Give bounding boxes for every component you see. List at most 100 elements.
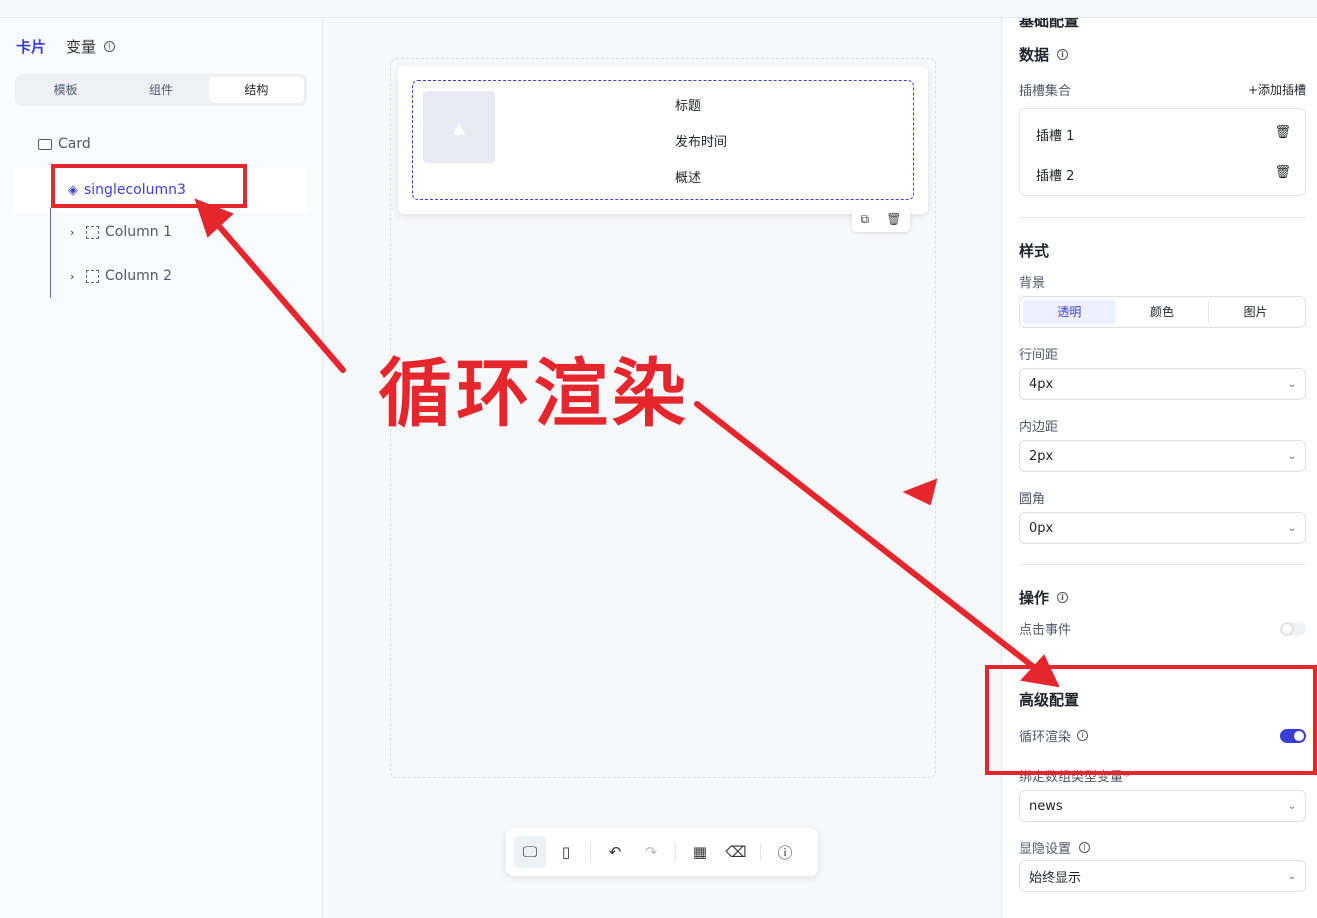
eraser-icon: ⌫ <box>725 843 747 861</box>
divider <box>1019 564 1306 565</box>
line-spacing-value: 4px <box>1029 376 1054 392</box>
annotation-box-advanced <box>985 665 1317 775</box>
chevron-down-icon: ⌄ <box>1287 378 1296 390</box>
background-option-color[interactable]: 颜色 <box>1116 300 1210 324</box>
padding-value: 2px <box>1029 448 1054 464</box>
card-field-title: 标题 <box>675 99 702 114</box>
background-option-transparent[interactable]: 透明 <box>1023 300 1116 324</box>
action-heading-label: 操作 <box>1019 589 1050 607</box>
slot-item-label: 插槽 2 <box>1036 169 1075 184</box>
phone-icon: ▯ <box>561 843 571 861</box>
tab-variables[interactable]: 变量 i <box>66 36 116 57</box>
chevron-right-icon[interactable]: › <box>70 226 80 239</box>
background-option-image[interactable]: 图片 <box>1209 300 1302 324</box>
background-segment: 透明 颜色 图片 <box>1019 296 1306 328</box>
visibility-select[interactable]: 始终显示 ⌄ <box>1019 860 1306 892</box>
radius-value: 0px <box>1029 520 1054 536</box>
slots-header: 插槽集合 +添加插槽 <box>1019 80 1306 99</box>
basic-config-heading: 基础配置 <box>1019 18 1080 30</box>
card-field-summary: 概述 <box>675 171 702 186</box>
chevron-down-icon: ⌄ <box>1287 450 1296 462</box>
tree-node-card[interactable]: Card <box>38 136 91 152</box>
radius-label: 圆角 <box>1019 492 1046 507</box>
visibility-label-group: 显隐设置 i <box>1019 838 1306 857</box>
slots-label: 插槽集合 <box>1019 84 1072 99</box>
info-icon[interactable]: i <box>1079 842 1091 853</box>
column-icon <box>86 225 99 239</box>
tree-node-column-1[interactable]: › Column 1 <box>70 224 172 240</box>
click-event-label: 点击事件 <box>1019 623 1072 638</box>
data-heading-label: 数据 <box>1019 46 1050 64</box>
singlecolumn-selection[interactable]: ▲ 标题 发布时间 概述 <box>412 80 914 200</box>
visibility-value: 始终显示 <box>1029 870 1082 886</box>
redo-button[interactable]: ↷ <box>635 836 667 868</box>
redo-icon: ↷ <box>644 843 658 861</box>
padding-select[interactable]: 2px ⌄ <box>1019 440 1306 472</box>
undo-button[interactable]: ↶ <box>599 836 631 868</box>
tree-node-column-2-label: Column 2 <box>105 268 172 284</box>
info-icon[interactable]: i <box>1057 592 1069 603</box>
chevron-down-icon: ⌄ <box>1287 522 1296 534</box>
annotation-text: 循环渲染 <box>378 351 690 437</box>
trash-icon[interactable]: 🗑 <box>1274 125 1291 144</box>
chevron-right-icon[interactable]: › <box>70 270 80 283</box>
padding-label: 内边距 <box>1019 420 1059 435</box>
copy-icon[interactable]: ⧉ <box>861 212 870 227</box>
annotation-box-tree <box>51 164 247 208</box>
card-preview[interactable]: ▲ 标题 发布时间 概述 <box>398 66 928 214</box>
tree-node-card-label: Card <box>58 136 91 152</box>
segment-template[interactable]: 模板 <box>18 77 113 103</box>
tab-card[interactable]: 卡片 <box>16 36 46 57</box>
info-icon[interactable]: i <box>1057 49 1069 60</box>
undo-icon: ↶ <box>608 843 622 861</box>
image-placeholder: ▲ <box>423 91 495 163</box>
help-button[interactable]: ⓘ <box>769 836 801 868</box>
background-label: 背景 <box>1019 276 1046 291</box>
left-segment-control: 模板 组件 结构 <box>15 74 307 106</box>
bind-array-value: news <box>1029 798 1063 814</box>
divider <box>1019 217 1306 218</box>
add-slot-button[interactable]: +添加插槽 <box>1248 81 1306 98</box>
trash-icon[interactable]: 🗑 <box>1274 165 1291 184</box>
monitor-icon: 🖵 <box>522 843 538 861</box>
segment-structure[interactable]: 结构 <box>208 77 304 103</box>
chevron-down-icon: ⌄ <box>1287 800 1296 812</box>
click-event-toggle[interactable] <box>1280 621 1306 636</box>
mobile-view-button[interactable]: ▯ <box>550 836 582 868</box>
top-bar <box>0 0 1317 18</box>
grid-button[interactable]: ▦ <box>684 836 716 868</box>
line-spacing-select[interactable]: 4px ⌄ <box>1019 368 1306 400</box>
tree-guide-line <box>50 208 51 298</box>
radius-select[interactable]: 0px ⌄ <box>1019 512 1306 544</box>
info-icon[interactable]: i <box>104 41 116 52</box>
image-icon: ▲ <box>452 117 466 137</box>
slot-item[interactable]: 插槽 1 🗑 <box>1036 125 1291 144</box>
style-heading: 样式 <box>1019 242 1050 260</box>
trash-icon[interactable]: 🗑 <box>886 212 901 226</box>
segment-components[interactable]: 组件 <box>113 77 208 103</box>
column-icon <box>86 269 99 283</box>
grid-icon: ▦ <box>692 843 708 861</box>
tree-node-column-1-label: Column 1 <box>105 224 172 240</box>
help-icon: ⓘ <box>777 843 793 862</box>
left-tabs: 卡片 变量 i <box>16 36 116 57</box>
card-icon <box>38 138 52 150</box>
chevron-down-icon: ⌄ <box>1287 870 1296 882</box>
tree-node-column-2[interactable]: › Column 2 <box>70 268 172 284</box>
slot-item[interactable]: 插槽 2 🗑 <box>1036 165 1291 184</box>
slot-item-label: 插槽 1 <box>1036 129 1075 144</box>
bind-array-select[interactable]: news ⌄ <box>1019 790 1306 822</box>
slot-list: 插槽 1 🗑 插槽 2 🗑 <box>1019 108 1306 196</box>
tab-variables-label: 变量 <box>66 38 97 56</box>
action-heading: 操作 i <box>1019 587 1306 608</box>
eraser-button[interactable]: ⌫ <box>720 836 752 868</box>
toolbar-divider <box>590 843 591 861</box>
right-panel: 基础配置 数据 i 插槽集合 +添加插槽 插槽 1 🗑 插槽 2 🗑 样式 背景… <box>1001 18 1317 918</box>
data-heading: 数据 i <box>1019 44 1306 65</box>
click-event-row: 点击事件 <box>1019 619 1306 638</box>
desktop-view-button[interactable]: 🖵 <box>514 836 546 868</box>
card-field-publish-time: 发布时间 <box>675 135 728 150</box>
left-panel: 卡片 变量 i 模板 组件 结构 Card ◈ singlecolumn3 › … <box>0 18 323 918</box>
canvas-toolbar: 🖵 ▯ ↶ ↷ ▦ ⌫ ⓘ <box>506 828 818 876</box>
toolbar-divider <box>760 843 761 861</box>
